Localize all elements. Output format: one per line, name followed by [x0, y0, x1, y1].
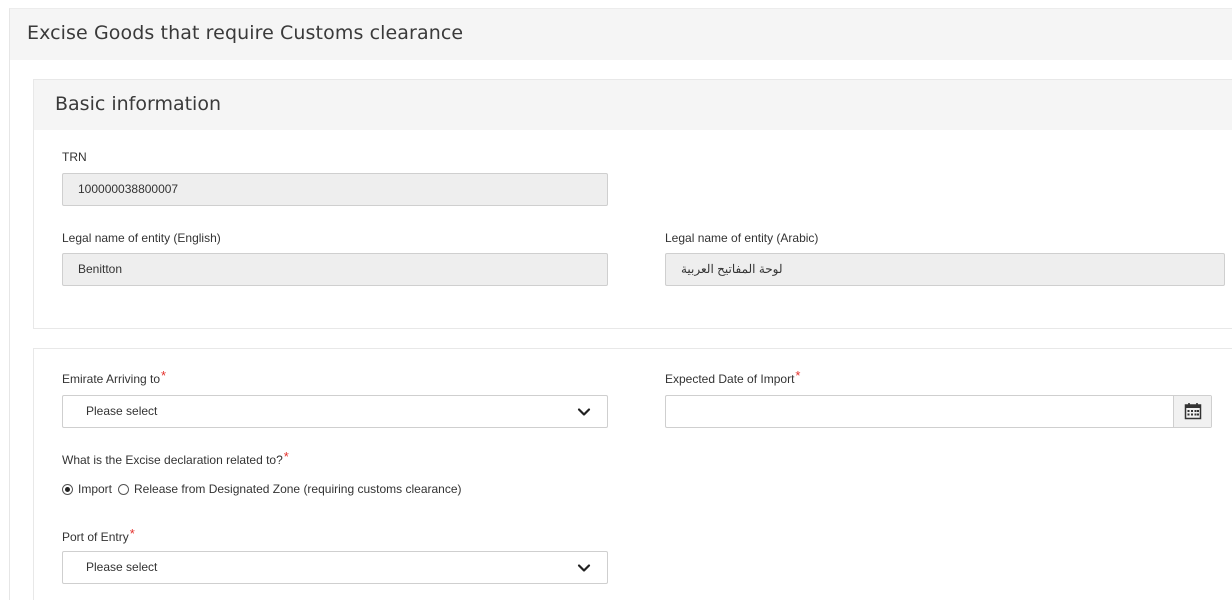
basic-information-header: Basic information — [34, 80, 1232, 130]
declaration-related-label: What is the Excise declaration related t… — [62, 449, 289, 467]
required-marker: * — [283, 449, 289, 464]
declaration-radio-group: Import Release from Designated Zone (req… — [62, 482, 468, 496]
expected-date-input[interactable] — [665, 395, 1212, 428]
required-marker: * — [129, 526, 135, 541]
page-title: Excise Goods that require Customs cleara… — [27, 22, 464, 44]
emirate-select[interactable]: Please select — [62, 395, 608, 428]
port-of-entry-select[interactable]: Please select — [62, 551, 608, 584]
radio-label-release-designated-zone: Release from Designated Zone (requiring … — [134, 482, 462, 496]
calendar-icon — [1184, 403, 1202, 420]
legal-name-arabic-value: لوحة المفاتيح العربية — [681, 262, 783, 276]
radio-label-import: Import — [78, 482, 113, 496]
expected-date-label: Expected Date of Import* — [665, 368, 801, 386]
basic-information-title: Basic information — [55, 93, 221, 115]
emirate-select-value: Please select — [86, 404, 158, 418]
legal-name-arabic-field: لوحة المفاتيح العربية — [665, 253, 1225, 286]
required-marker: * — [161, 368, 167, 383]
trn-label: TRN — [62, 150, 87, 164]
port-of-entry-label: Port of Entry* — [62, 526, 135, 544]
radio-option-release-designated-zone[interactable]: Release from Designated Zone (requiring … — [118, 482, 462, 496]
declaration-related-label-text: What is the Excise declaration related t… — [62, 453, 283, 467]
chevron-down-icon — [577, 408, 591, 416]
required-marker: * — [795, 368, 801, 383]
emirate-label: Emirate Arriving to* — [62, 368, 167, 386]
date-picker-button[interactable] — [1173, 396, 1211, 427]
chevron-down-icon — [577, 564, 591, 572]
port-of-entry-label-text: Port of Entry — [62, 530, 129, 544]
legal-name-english-label: Legal name of entity (English) — [62, 231, 221, 245]
expected-date-label-text: Expected Date of Import — [665, 372, 795, 386]
radio-button-import[interactable] — [62, 483, 73, 495]
radio-option-import[interactable]: Import — [62, 482, 112, 496]
emirate-label-text: Emirate Arriving to — [62, 372, 161, 386]
legal-name-arabic-label: Legal name of entity (Arabic) — [665, 231, 819, 245]
port-of-entry-select-value: Please select — [86, 560, 158, 574]
page-header: Excise Goods that require Customs cleara… — [10, 9, 1232, 60]
radio-button-release-designated-zone[interactable] — [118, 483, 130, 495]
trn-field: 100000038800007 — [62, 173, 608, 206]
legal-name-english-field: Benitton — [62, 253, 608, 286]
